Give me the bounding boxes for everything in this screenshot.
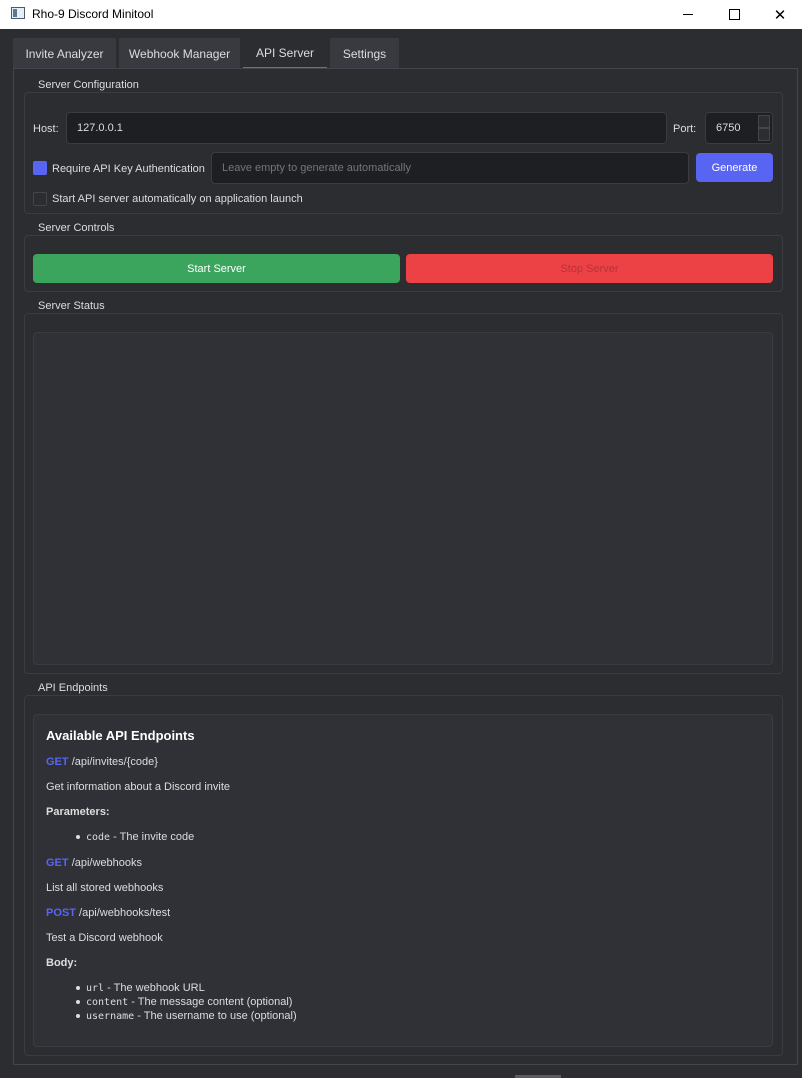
param-desc: - The message content (optional) xyxy=(128,996,293,1008)
bullet-icon xyxy=(76,986,80,990)
tab-bar: Invite Analyzer Webhook Manager API Serv… xyxy=(0,29,802,69)
endpoint-3-method: POST xyxy=(46,907,76,919)
param-desc: - The webhook URL xyxy=(104,982,205,994)
server-status-log[interactable] xyxy=(33,332,773,665)
endpoint-2-description: List all stored webhooks xyxy=(46,882,164,894)
api-endpoints-label: API Endpoints xyxy=(38,682,108,694)
tab-api-server[interactable]: API Server xyxy=(243,38,327,69)
port-increment-button[interactable] xyxy=(758,115,770,128)
param-desc: - The username to use (optional) xyxy=(134,1010,297,1022)
param-name: url xyxy=(86,983,105,994)
param-name: code xyxy=(86,832,111,843)
port-value: 6750 xyxy=(716,122,741,134)
generate-button[interactable]: Generate xyxy=(696,153,773,182)
stop-server-button[interactable]: Stop Server xyxy=(406,254,773,283)
maximize-button[interactable] xyxy=(711,0,757,29)
tab-invite-analyzer[interactable]: Invite Analyzer xyxy=(13,38,116,69)
minimize-button[interactable] xyxy=(665,0,711,29)
start-server-button[interactable]: Start Server xyxy=(33,254,400,283)
bullet-icon xyxy=(76,1014,80,1018)
endpoint-2-method: GET xyxy=(46,857,69,869)
endpoint-3-param-3: username - The username to use (optional… xyxy=(86,1010,297,1022)
require-api-key-label: Require API Key Authentication xyxy=(52,163,205,175)
api-key-input[interactable]: Leave empty to generate automatically xyxy=(211,152,689,184)
window-title: Rho-9 Discord Minitool xyxy=(32,7,154,21)
endpoint-1-section-label: Parameters: xyxy=(46,806,110,818)
endpoint-1-method: GET xyxy=(46,756,69,768)
endpoint-2-line: GET /api/webhooks xyxy=(46,857,142,869)
param-name: content xyxy=(86,997,129,1008)
endpoint-2-path: /api/webhooks xyxy=(71,857,143,869)
maximize-icon xyxy=(728,9,740,20)
port-decrement-button[interactable] xyxy=(758,128,770,141)
port-spinbox[interactable]: 6750 xyxy=(705,112,773,144)
param-desc: - The invite code xyxy=(110,831,195,843)
server-config-label: Server Configuration xyxy=(38,79,139,91)
autostart-label: Start API server automatically on applic… xyxy=(52,193,303,205)
endpoint-3-path: /api/webhooks/test xyxy=(79,907,171,919)
app-icon xyxy=(11,7,25,19)
close-icon: ✕ xyxy=(773,6,787,24)
endpoint-3-param-2: content - The message content (optional) xyxy=(86,996,292,1008)
endpoint-1-line: GET /api/invites/{code} xyxy=(46,756,158,768)
require-api-key-checkbox[interactable] xyxy=(33,161,47,175)
server-controls-label: Server Controls xyxy=(38,222,115,234)
endpoint-1-param-1: code - The invite code xyxy=(86,831,194,843)
bullet-icon xyxy=(76,835,80,839)
minimize-icon xyxy=(683,14,693,15)
endpoints-title: Available API Endpoints xyxy=(46,728,195,743)
tab-settings[interactable]: Settings xyxy=(330,38,399,69)
autostart-checkbox[interactable] xyxy=(33,192,47,206)
title-bar: Rho-9 Discord Minitool ✕ xyxy=(0,0,802,29)
endpoint-3-line: POST /api/webhooks/test xyxy=(46,907,170,919)
host-label: Host: xyxy=(33,123,59,135)
endpoint-1-path: /api/invites/{code} xyxy=(71,756,158,768)
host-input[interactable]: 127.0.0.1 xyxy=(66,112,667,144)
bullet-icon xyxy=(76,1000,80,1004)
endpoint-3-description: Test a Discord webhook xyxy=(46,932,163,944)
endpoint-3-param-1: url - The webhook URL xyxy=(86,982,205,994)
close-button[interactable]: ✕ xyxy=(757,0,802,29)
port-label: Port: xyxy=(673,123,697,135)
tab-webhook-manager[interactable]: Webhook Manager xyxy=(119,38,240,69)
server-status-label: Server Status xyxy=(38,300,105,312)
param-name: username xyxy=(86,1011,135,1022)
endpoint-1-description: Get information about a Discord invite xyxy=(46,781,231,793)
endpoint-3-section-label: Body: xyxy=(46,957,78,969)
